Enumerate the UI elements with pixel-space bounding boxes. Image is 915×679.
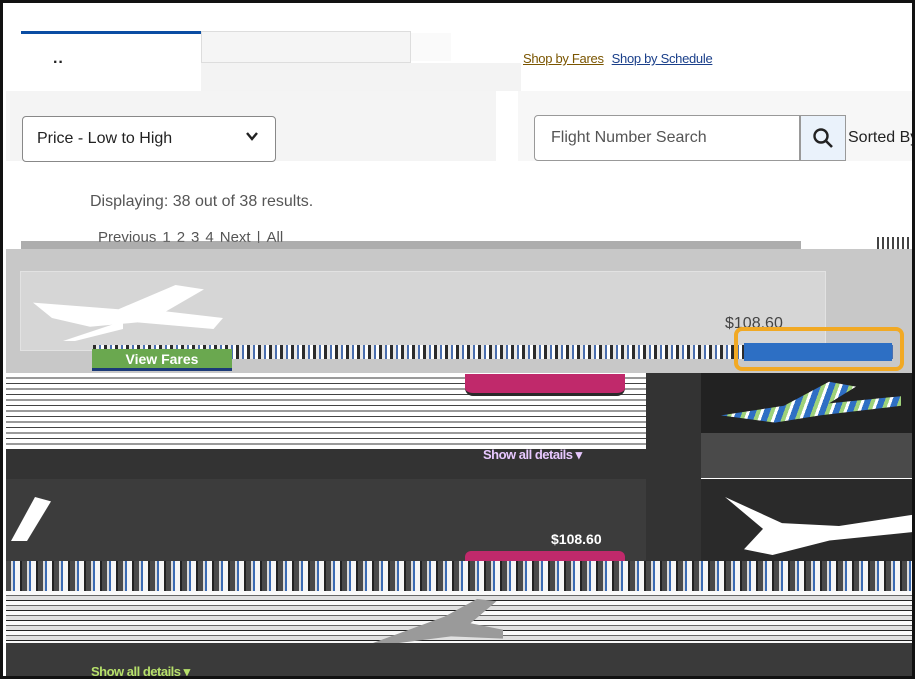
airplane-icon: [721, 381, 901, 423]
app-window: ·· Shop by Fares Shop by Schedule Price …: [0, 0, 915, 679]
tab-active-label: ··: [53, 54, 64, 71]
chevron-down-icon: [245, 129, 259, 146]
search-button[interactable]: [800, 115, 846, 161]
flight-number-search-placeholder: Flight Number Search: [551, 129, 707, 146]
select-fare-focus-ring: [734, 327, 904, 371]
show-all-details-link[interactable]: Show all details ▾: [91, 664, 190, 676]
results-count: Displaying: 38 out of 38 results.: [90, 193, 314, 210]
sorted-by-label: Sorted By: [848, 129, 915, 146]
shop-links: Shop by Fares Shop by Schedule: [523, 51, 713, 71]
sort-select-value: Price - Low to High: [37, 130, 173, 147]
search-icon: [813, 128, 833, 148]
flight-details-line: [6, 561, 912, 591]
tab-inactive[interactable]: [201, 31, 411, 63]
shop-by-fares-link[interactable]: Shop by Fares: [523, 51, 604, 71]
tab-active[interactable]: ··: [21, 31, 201, 93]
divider: [21, 241, 801, 249]
fare-button[interactable]: [465, 374, 625, 396]
fare-price: $108.60: [551, 531, 602, 547]
flight-number-search-input[interactable]: Flight Number Search: [534, 115, 800, 161]
show-all-details-link[interactable]: Show all details ▾: [483, 447, 582, 463]
airline-image: [701, 373, 912, 433]
view-fares-button[interactable]: View Fares: [92, 349, 232, 371]
details-toggle-bar-right: [701, 433, 912, 478]
sort-select[interactable]: Price - Low to High: [22, 116, 276, 162]
shop-by-schedule-link[interactable]: Shop by Schedule: [612, 51, 713, 71]
